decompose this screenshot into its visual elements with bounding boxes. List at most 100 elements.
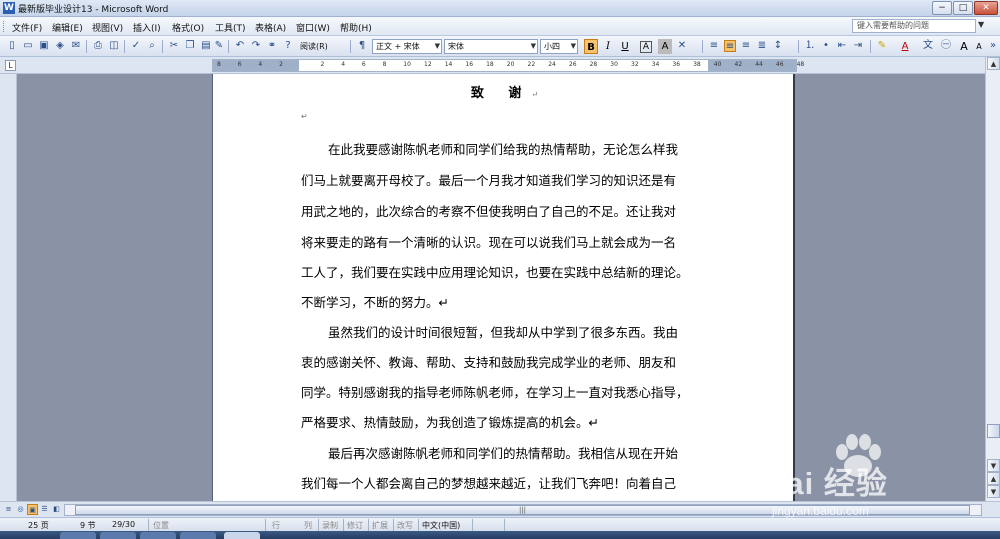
format-painter-icon[interactable]: ✎ — [213, 40, 225, 52]
ruler-tick-label: 4 — [341, 61, 346, 68]
char-border-button[interactable]: A — [640, 41, 652, 53]
print-icon[interactable]: ⎙ — [92, 40, 104, 52]
horizontal-ruler[interactable]: 8 6 4 2 2 4 6 8 10 12 14 16 18 20 22 24 26 28 30 32 34 36 38 40… — [212, 59, 804, 72]
tab-stop-selector[interactable]: L — [5, 60, 16, 71]
chevron-down-icon[interactable]: ▼ — [435, 40, 440, 53]
ruler-tick-label: 12 — [424, 61, 432, 68]
new-icon[interactable]: ▯ — [6, 40, 18, 52]
text-line: 们马上就要离开母校了。最后一个月我才知道我们学习的知识还是有 — [301, 173, 677, 188]
underline-button[interactable]: U — [618, 39, 632, 54]
word-app-icon[interactable]: W — [3, 2, 15, 14]
align-right-icon[interactable]: ≡ — [740, 40, 752, 52]
italic-button[interactable]: I — [601, 39, 615, 54]
highlight-icon[interactable]: ✎ — [876, 40, 888, 52]
menu-file[interactable]: 文件(F) — [12, 21, 42, 34]
bold-button[interactable]: B — [584, 39, 598, 54]
line-spacing-icon[interactable]: ↕ — [772, 40, 784, 52]
chevron-down-icon[interactable]: ▼ — [531, 40, 536, 53]
spelling-icon[interactable]: ✓ — [130, 40, 142, 52]
save-icon[interactable]: ▣ — [38, 40, 50, 52]
help-dropdown-icon[interactable]: ▼ — [978, 20, 984, 29]
taskbar-item[interactable] — [180, 532, 216, 539]
shrink-font-button[interactable]: A — [972, 39, 986, 54]
reading-view-icon[interactable]: ◧ — [51, 504, 62, 515]
menu-edit[interactable]: 编辑(E) — [52, 21, 83, 34]
vertical-scrollbar[interactable]: ▲ ▼ ▲ ▼ — [985, 57, 1000, 501]
bullets-icon[interactable]: • — [820, 40, 832, 52]
status-extend[interactable]: 扩展 — [372, 520, 388, 531]
increase-indent-icon[interactable]: ⇥ — [852, 40, 864, 52]
menu-help[interactable]: 帮助(H) — [340, 21, 372, 34]
cut-icon[interactable]: ✂ — [168, 40, 180, 52]
undo-icon[interactable]: ↶ — [234, 40, 246, 52]
vertical-ruler — [0, 74, 17, 501]
char-shading-button[interactable]: A — [658, 39, 672, 54]
document-page[interactable]: 致 谢↵ ↵ 在此我要感谢陈帆老师和同学们给我的热情帮助，无论怎么样我 们马上就… — [212, 74, 795, 501]
ruler-tick-label: 38 — [693, 61, 701, 68]
ruler-tick-label: 26 — [568, 61, 577, 68]
phonetic-guide-icon[interactable]: 文 — [922, 40, 934, 52]
menu-table[interactable]: 表格(A) — [255, 21, 286, 34]
menu-grip[interactable] — [3, 21, 6, 32]
taskbar-item[interactable] — [100, 532, 136, 539]
font-color-button[interactable]: A — [898, 39, 912, 54]
next-page-icon[interactable]: ▼ — [987, 485, 1000, 498]
help-question-input[interactable]: 键入需要帮助的问题 — [852, 19, 976, 33]
maximize-button[interactable]: □ — [953, 1, 973, 15]
taskbar-item[interactable] — [140, 532, 176, 539]
redo-icon[interactable]: ↷ — [250, 40, 262, 52]
permission-icon[interactable]: ◈ — [54, 40, 66, 52]
print-layout-icon[interactable]: ▣ — [27, 504, 38, 515]
enclose-char-icon[interactable]: ㊀ — [940, 40, 952, 52]
styles-pane-icon[interactable]: ¶ — [356, 40, 368, 52]
font-scale-icon[interactable]: ✕ — [676, 40, 688, 52]
font-combobox[interactable]: 宋体 ▼ — [444, 39, 538, 54]
justify-icon[interactable]: ≣ — [756, 40, 768, 52]
decrease-indent-icon[interactable]: ⇤ — [836, 40, 848, 52]
prev-page-icon[interactable]: ▲ — [987, 472, 1000, 485]
scroll-up-icon[interactable]: ▲ — [987, 57, 1000, 70]
taskbar-item-word[interactable] — [224, 532, 260, 539]
status-track-changes[interactable]: 修订 — [347, 520, 363, 531]
taskbar-item[interactable] — [60, 532, 96, 539]
ruler-tick-label: 34 — [651, 61, 660, 68]
status-record[interactable]: 录制 — [322, 520, 338, 531]
status-language[interactable]: 中文(中国) — [422, 520, 460, 531]
scroll-down-icon[interactable]: ▼ — [987, 459, 1000, 472]
reading-mode-button[interactable]: 阅读(R) — [300, 39, 328, 54]
status-overtype[interactable]: 改写 — [397, 520, 413, 531]
copy-icon[interactable]: ❐ — [184, 40, 196, 52]
toolbar-separator — [228, 40, 229, 53]
email-icon[interactable]: ✉ — [70, 40, 82, 52]
menu-view[interactable]: 视图(V) — [92, 21, 123, 34]
menu-format[interactable]: 格式(O) — [172, 21, 204, 34]
close-button[interactable]: ✕ — [974, 1, 998, 15]
web-view-icon[interactable]: ◎ — [15, 504, 26, 515]
outline-view-icon[interactable]: ☰ — [39, 504, 50, 515]
grow-font-button[interactable]: A — [957, 39, 971, 54]
text-line: 衷的感谢关怀、教诲、帮助、支持和鼓励我完成学业的老师、朋友和 — [301, 355, 677, 370]
font-size-combobox[interactable]: 小四 ▼ — [540, 39, 578, 54]
research-icon[interactable]: ⌕ — [146, 40, 158, 52]
normal-view-icon[interactable]: ≡ — [3, 504, 14, 515]
help-icon[interactable]: ? — [282, 40, 294, 52]
horizontal-scrollbar-thumb[interactable]: ||| — [75, 505, 970, 515]
ruler-left-margin — [213, 60, 299, 71]
align-left-icon[interactable]: ≡ — [708, 40, 720, 52]
minimize-button[interactable]: − — [932, 1, 952, 15]
menu-insert[interactable]: 插入(I) — [133, 21, 161, 34]
font-size-value: 小四 — [544, 42, 560, 51]
paste-icon[interactable]: ▤ — [200, 40, 212, 52]
chevron-down-icon[interactable]: ▼ — [571, 40, 576, 53]
scrollbar-thumb[interactable] — [987, 424, 1000, 438]
toolbar-options-icon[interactable]: » — [987, 40, 999, 52]
numbering-icon[interactable]: ⒈ — [804, 40, 816, 52]
open-icon[interactable]: ▭ — [22, 40, 34, 52]
print-preview-icon[interactable]: ◫ — [108, 40, 120, 52]
hyperlink-icon[interactable]: ⚭ — [266, 40, 278, 52]
horizontal-scrollbar[interactable]: ||| — [64, 504, 982, 516]
align-center-icon[interactable]: ≡ — [724, 40, 736, 52]
style-combobox[interactable]: 正文 + 宋体 ▼ — [372, 39, 442, 54]
menu-tools[interactable]: 工具(T) — [215, 21, 246, 34]
menu-window[interactable]: 窗口(W) — [296, 21, 330, 34]
